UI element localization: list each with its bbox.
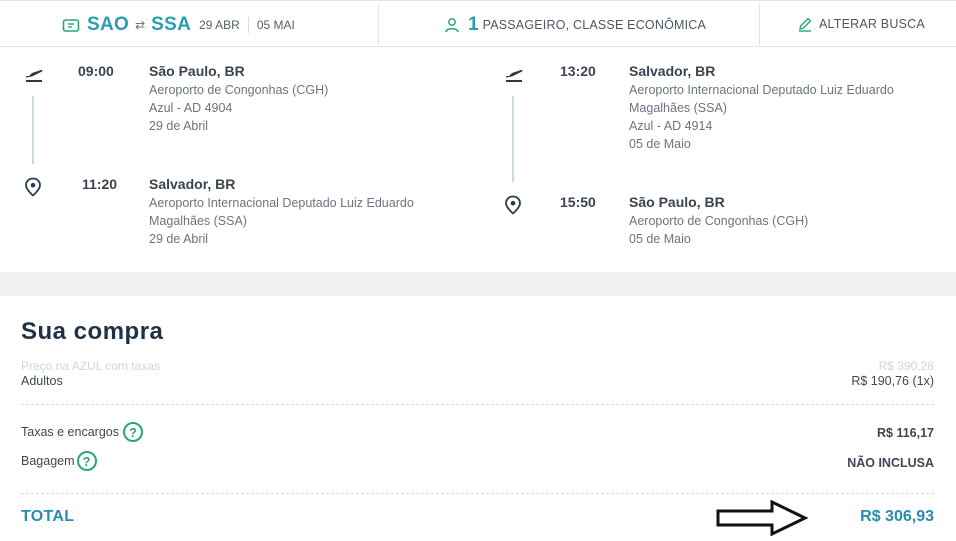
location-pin-icon [25, 177, 41, 197]
destination-code: SSA [151, 14, 192, 35]
section-divider [0, 272, 956, 296]
taxes-value: R$ 116,17 [877, 426, 934, 440]
location-pin-icon [505, 195, 521, 215]
passenger-class-text: PASSAGEIRO, CLASSE ECONÔMICA [482, 18, 707, 32]
departure-date: 05 de Maio [629, 137, 691, 151]
pencil-icon [799, 17, 812, 32]
baggage-label: Bagagem [21, 454, 75, 468]
departure-airport: Aeroporto de Congonhas (CGH) [149, 83, 329, 97]
arrival-date: 05 de Maio [629, 232, 691, 246]
divider [21, 493, 934, 494]
azul-price-value: R$ 390,28 [878, 359, 934, 373]
arrival-date: 29 de Abril [149, 232, 209, 246]
search-summary-bar: SAO ⇄ SSA 29 ABR 05 MAI 1 PASSAGEIRO, CL… [0, 0, 956, 47]
taxes-row: Taxas e encargos ? [21, 422, 143, 442]
departure-time: 09:00 [78, 63, 114, 79]
depart-date: 29 ABR [199, 18, 240, 32]
arrival-city: Salvador, BR [149, 176, 236, 192]
plane-takeoff-icon [26, 69, 43, 82]
help-icon[interactable]: ? [76, 451, 97, 471]
origin-code: SAO [87, 14, 130, 35]
person-icon [445, 18, 459, 33]
azul-price-label: Preço na AZUL com taxas [21, 359, 160, 373]
arrival-airport-cont: Magalhães (SSA) [149, 214, 247, 228]
flight-number: Azul - AD 4914 [629, 119, 713, 133]
divider [21, 404, 934, 405]
total-value: R$ 306,93 [860, 508, 934, 525]
ticket-icon [62, 19, 80, 32]
edit-search-label: ALTERAR BUSCA [819, 17, 925, 31]
swap-icon: ⇄ [135, 18, 146, 32]
arrow-right-icon [716, 500, 808, 536]
timeline-line [512, 96, 514, 182]
plane-takeoff-icon [506, 69, 523, 82]
baggage-row: Bagagem ? [21, 451, 97, 471]
departure-airport: Aeroporto Internacional Deputado Luiz Ed… [629, 83, 894, 97]
date-divider [247, 17, 249, 33]
purchase-title: Sua compra [21, 318, 164, 345]
arrival-city: São Paulo, BR [629, 194, 725, 210]
adults-value: R$ 190,76 (1x) [851, 374, 934, 388]
passenger-summary: 1 PASSAGEIRO, CLASSE ECONÔMICA [444, 14, 706, 36]
help-icon[interactable]: ? [122, 422, 143, 442]
departure-city: São Paulo, BR [149, 63, 245, 79]
edit-search-button[interactable]: ALTERAR BUSCA [797, 16, 925, 32]
departure-airport-cont: Magalhães (SSA) [629, 101, 727, 115]
route-summary: SAO ⇄ SSA 29 ABR 05 MAI [62, 12, 295, 38]
taxes-label: Taxas e encargos [21, 425, 119, 439]
departure-time: 13:20 [560, 63, 596, 79]
arrival-airport: Aeroporto Internacional Deputado Luiz Ed… [149, 196, 414, 210]
baggage-value: NÃO INCLUSA [847, 456, 934, 470]
departure-date: 29 de Abril [149, 119, 209, 133]
header-divider [378, 3, 379, 47]
flight-number: Azul - AD 4904 [149, 101, 233, 115]
timeline-line [32, 96, 34, 164]
total-label: TOTAL [21, 508, 75, 525]
arrival-airport: Aeroporto de Congonhas (CGH) [629, 214, 809, 228]
header-divider [759, 3, 760, 47]
arrival-time: 15:50 [560, 194, 596, 210]
return-date: 05 MAI [256, 18, 295, 32]
departure-city: Salvador, BR [629, 63, 716, 79]
passenger-count: 1 [468, 14, 479, 35]
arrival-time: 11:20 [82, 176, 118, 192]
adults-label: Adultos [21, 374, 63, 388]
